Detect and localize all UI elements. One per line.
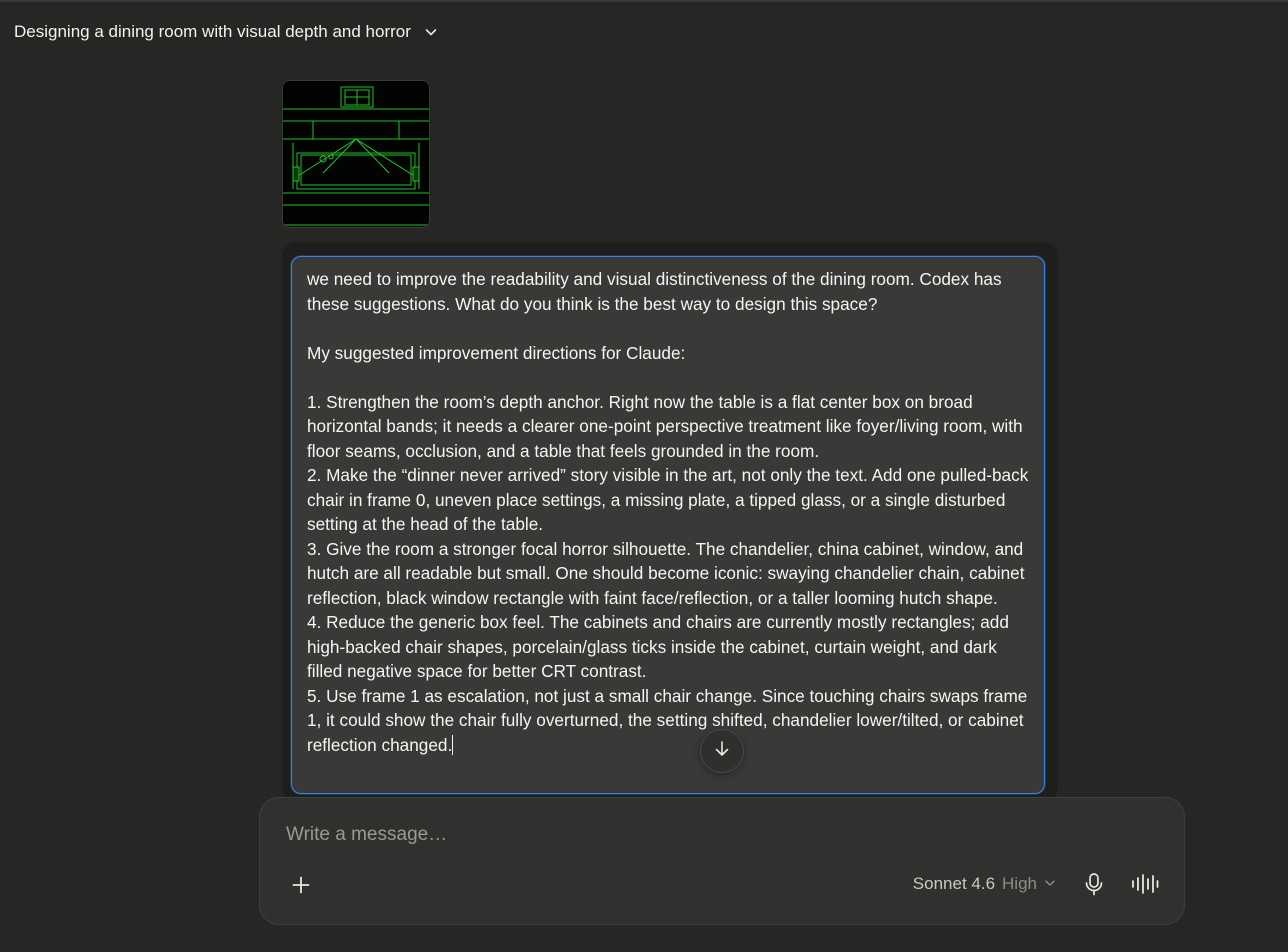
window-top-border [0, 0, 1288, 2]
attached-image-thumbnail[interactable] [282, 80, 430, 228]
voice-mode-button[interactable] [1130, 872, 1160, 900]
microphone-icon [1084, 872, 1104, 901]
effort-level: High [1002, 874, 1037, 893]
plus-icon [291, 875, 311, 900]
dictation-button[interactable] [1080, 872, 1108, 900]
arrow-down-icon [712, 739, 732, 764]
model-name: Sonnet 4.6 [912, 874, 996, 893]
message-input[interactable] [286, 824, 1146, 846]
message-composer: Sonnet 4.6 High [259, 797, 1185, 925]
scroll-to-bottom-button[interactable] [700, 729, 744, 773]
conversation-title: Designing a dining room with visual dept… [14, 22, 411, 41]
chevron-down-icon [423, 24, 439, 40]
text-caret [452, 734, 454, 755]
add-attachment-button[interactable] [286, 872, 316, 902]
model-selector[interactable]: Sonnet 4.6 High [913, 874, 1056, 894]
chevron-down-icon [1044, 874, 1056, 894]
conversation-title-menu[interactable]: Designing a dining room with visual dept… [14, 18, 439, 46]
wireframe-dining-room-image [283, 81, 429, 227]
message-edit-field[interactable]: we need to improve the readability and v… [291, 256, 1045, 794]
message-edit-text[interactable]: we need to improve the readability and v… [307, 269, 1033, 755]
audio-waveform-icon [1131, 873, 1159, 900]
